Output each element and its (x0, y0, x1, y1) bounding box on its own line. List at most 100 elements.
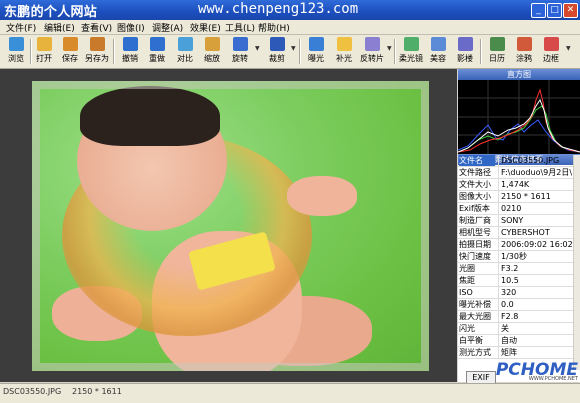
exif-value: 320 (498, 287, 574, 298)
exif-key: 最大光圈 (459, 312, 491, 321)
maximize-button[interactable]: □ (547, 3, 562, 18)
compare-icon (177, 37, 193, 51)
exif-row[interactable]: 拍摄日期 2006:09:02 16:02:45 (458, 239, 574, 251)
menu-help[interactable]: 帮助(H) (258, 21, 290, 34)
menu-image[interactable]: 图像(I) (117, 21, 145, 34)
status-dimensions: 2150 * 1611 (72, 387, 122, 396)
exif-key: 白平衡 (459, 336, 483, 345)
exif-row[interactable]: 曝光补偿 0.0 (458, 299, 574, 311)
histogram-title: 直方图 (458, 69, 580, 80)
menu-bar: 文件(F) 编辑(E) 查看(V) 图像(I) 调整(A) 效果(E) 工具(L… (0, 20, 580, 35)
menu-file[interactable]: 文件(F) (6, 21, 36, 34)
crop-dropdown-icon[interactable]: ▼ (291, 45, 296, 52)
exif-value: SONY (498, 215, 574, 226)
exif-key: 焦距 (459, 276, 475, 285)
info-panel: 直方图 照片信息摘要 文件名 DSC03550.JPG 文件路径 F:\duoduo\… (457, 69, 580, 384)
exif-key: 文件名 (459, 155, 495, 166)
reversal-film-dropdown-icon[interactable]: ▼ (387, 45, 392, 52)
minimize-button[interactable]: _ (531, 3, 546, 18)
reversal-film-button[interactable]: 反转片 (359, 36, 385, 67)
exif-key: 文件路径 (459, 168, 491, 177)
border-dropdown-icon[interactable]: ▼ (566, 45, 571, 52)
exif-value: 1,474K (498, 179, 574, 190)
exif-row[interactable]: 光圈 F3.2 (458, 263, 574, 275)
exif-key: 制造厂商 (459, 216, 491, 225)
exposure-icon (308, 37, 324, 51)
exif-key: 快门速度 (459, 252, 491, 261)
status-bar: DSC03550.JPG 2150 * 1611 (0, 383, 580, 403)
exif-row[interactable]: 文件大小 1,474K (458, 179, 574, 191)
crop-icon (269, 37, 285, 51)
exif-row[interactable]: 快门速度 1/30秒 (458, 251, 574, 263)
fill-light-icon (336, 37, 352, 51)
close-button[interactable]: ✕ (563, 3, 578, 18)
exif-value: 自动 (498, 335, 574, 346)
exif-key: 拍摄日期 (459, 240, 491, 249)
exif-value: 2006:09:02 16:02:45 (498, 239, 574, 250)
menu-adjust[interactable]: 调整(A) (152, 21, 183, 34)
save-as-button[interactable]: 另存为 (84, 36, 110, 67)
menu-view[interactable]: 查看(V) (81, 21, 112, 34)
undo-icon (122, 37, 138, 51)
crop-frame[interactable] (32, 81, 429, 371)
reversal-film-icon (364, 37, 380, 51)
zoom-icon (204, 37, 220, 51)
open-folder-icon (36, 37, 52, 51)
exif-row[interactable]: 相机型号 CYBERSHOT (458, 227, 574, 239)
exif-value: 2150 * 1611 (498, 191, 574, 202)
exif-row[interactable]: 闪光 关 (458, 323, 574, 335)
photo[interactable] (32, 81, 429, 371)
save-as-icon (89, 37, 105, 51)
status-filename: DSC03550.JPG (3, 387, 62, 396)
exif-value: DSC03550.JPG (498, 155, 574, 166)
exif-value: F:\duoduo\9月2日\ (498, 167, 574, 178)
exif-value: F3.2 (498, 263, 574, 274)
exif-value: 10.5 (498, 275, 574, 286)
title-bar: 东鹏的个人网站 www.chenpeng123.com _ □ ✕ (0, 0, 580, 20)
toolbar: 浏览 打开 保存 另存为 撤销 重做 对比 缩放 旋转 ▼ 裁剪 ▼ 曝光 补光… (0, 35, 580, 69)
exif-value: CYBERSHOT (498, 227, 574, 238)
exif-key: 图像大小 (459, 192, 491, 201)
exif-table: 文件名 DSC03550.JPG 文件路径 F:\duoduo\9月2日\ 文件大小 1,… (458, 155, 574, 359)
menu-tools[interactable]: 工具(L) (225, 21, 255, 34)
exif-row[interactable]: 制造厂商 SONY (458, 215, 574, 227)
exif-row[interactable]: Exif版本 0210 (458, 203, 574, 215)
studio-button[interactable]: 影楼 (452, 36, 478, 67)
exif-value: F2.8 (498, 311, 574, 322)
exif-row[interactable]: 白平衡 自动 (458, 335, 574, 347)
exif-value: 关 (498, 323, 574, 334)
menu-effects[interactable]: 效果(E) (190, 21, 221, 34)
exif-row[interactable]: 文件路径 F:\duoduo\9月2日\ (458, 167, 574, 179)
exif-key: 测光方式 (459, 348, 491, 357)
pchome-site: WWW.PCHOME.NET (528, 376, 578, 382)
exif-key: Exif版本 (459, 204, 490, 213)
beauty-icon (430, 37, 446, 51)
exif-value: 0.0 (498, 299, 574, 310)
menu-edit[interactable]: 编辑(E) (44, 21, 75, 34)
studio-icon (457, 37, 473, 51)
exif-row[interactable]: 焦距 10.5 (458, 275, 574, 287)
rotate-icon (232, 37, 248, 51)
exif-row[interactable]: 最大光圈 F2.8 (458, 311, 574, 323)
calendar-icon (489, 37, 505, 51)
exif-key: 曝光补偿 (459, 300, 491, 309)
rotate-dropdown-icon[interactable]: ▼ (255, 45, 260, 52)
redo-icon (149, 37, 165, 51)
exif-row[interactable]: 文件名 DSC03550.JPG (458, 155, 574, 167)
histogram (457, 80, 580, 154)
doodle-icon (516, 37, 532, 51)
exif-key: 相机型号 (459, 228, 491, 237)
exif-scrollbar[interactable] (573, 155, 580, 370)
exif-value: 1/30秒 (498, 251, 574, 262)
image-canvas[interactable] (0, 69, 457, 382)
exif-row[interactable]: 图像大小 2150 * 1611 (458, 191, 574, 203)
exif-row[interactable]: 测光方式 矩阵 (458, 347, 574, 359)
rotate-button[interactable]: 旋转 (227, 36, 253, 67)
exif-value: 0210 (498, 203, 574, 214)
browse-icon (8, 37, 24, 51)
border-button[interactable]: 边框 (538, 36, 564, 67)
crop-button[interactable]: 裁剪 (264, 36, 290, 67)
exif-key: ISO (459, 288, 473, 297)
url-watermark: www.chenpeng123.com (198, 1, 359, 17)
exif-row[interactable]: ISO 320 (458, 287, 574, 299)
